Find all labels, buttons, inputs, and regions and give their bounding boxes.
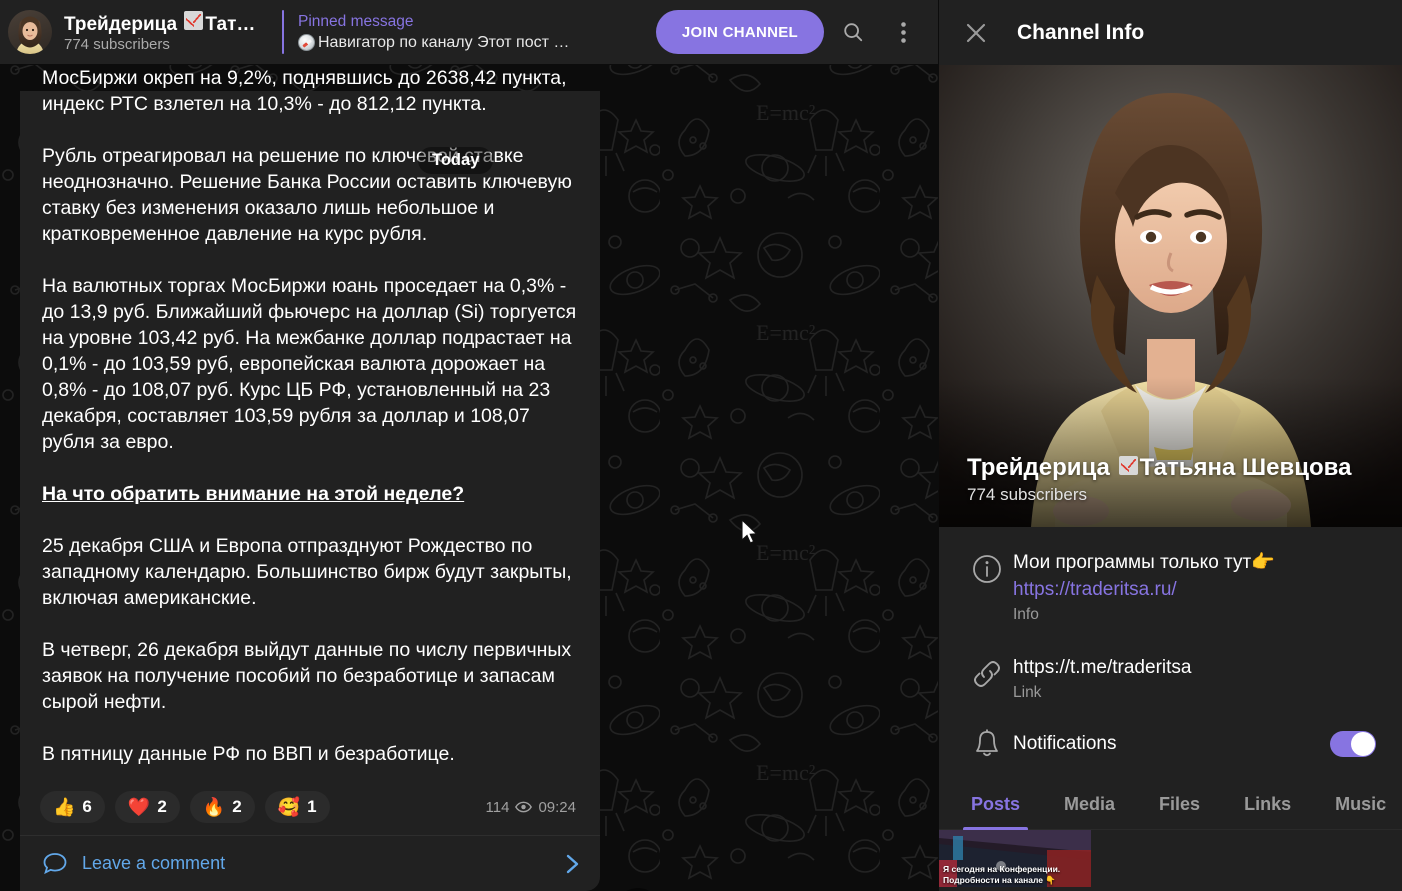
reaction-chip[interactable]: 👍 6: [40, 791, 105, 823]
tab-media[interactable]: Media: [1042, 794, 1137, 829]
pinned-message-label: Pinned message: [298, 12, 414, 30]
channel-name-text: Трейдерица Тат…: [64, 10, 255, 36]
posts-grid: Я сегодня на Конференции. Подробности на…: [939, 830, 1402, 887]
mouse-cursor: [741, 519, 758, 544]
post-thumbnail[interactable]: Я сегодня на Конференции. Подробности на…: [939, 830, 1091, 887]
info-row-about[interactable]: Мои программы только тут👉 https://trader…: [939, 535, 1402, 640]
header-titles: Трейдерица Тат… 774 subscribers: [64, 10, 272, 54]
post-paragraph: МосБиржи окреп на 9,2%, поднявшись до 26…: [42, 67, 567, 115]
channel-avatar[interactable]: [8, 10, 52, 54]
notifications-toggle[interactable]: [1330, 731, 1376, 757]
post-thumbnail-caption: Я сегодня на Конференции. Подробности на…: [943, 864, 1061, 885]
compass-icon: [298, 33, 315, 51]
post-paragraph: В пятницу данные РФ по ВВП и безработице…: [42, 743, 455, 765]
view-count: 114: [485, 798, 510, 816]
reactions-row: 👍 6 ❤️ 2 🔥 2 🥰 1 114 09:24: [20, 787, 600, 835]
hero-caption: Трейдерица Татьяна Шевцова 774 subscribe…: [967, 453, 1385, 507]
close-icon[interactable]: [961, 18, 991, 48]
channel-post-bubble[interactable]: МосБиржи окреп на 9,2%, поднявшись до 26…: [20, 67, 600, 891]
post-paragraph: 25 декабря США и Европа отпразднуют Рожд…: [42, 535, 572, 609]
avatar-photo: [16, 16, 44, 54]
chart-increasing-icon: [184, 10, 204, 30]
bell-icon: [961, 728, 1013, 760]
channel-link[interactable]: https://t.me/traderitsa: [1013, 654, 1382, 681]
tab-music[interactable]: Music: [1313, 794, 1402, 829]
reaction-chip[interactable]: ❤️ 2: [114, 791, 180, 823]
chat-scrollbar[interactable]: [932, 130, 938, 891]
reaction-chip[interactable]: 🥰 1: [264, 791, 330, 823]
info-row-link-body: https://t.me/traderitsa Link: [1013, 654, 1382, 704]
chart-increasing-icon: [1118, 456, 1138, 475]
reaction-chip[interactable]: 🔥 2: [189, 791, 255, 823]
smiling-hearts-icon: 🥰: [277, 797, 301, 817]
notifications-label: Notifications: [1013, 733, 1117, 754]
leave-comment-button[interactable]: Leave a comment: [20, 835, 600, 891]
post-paragraph: В четверг, 26 декабря выйдут данные по ч…: [42, 639, 572, 713]
info-panel-title: Channel Info: [1017, 20, 1145, 44]
post-heading-text: На что обратить внимание на этой неделе?: [42, 483, 465, 505]
info-row-notifications[interactable]: Notifications: [939, 718, 1402, 770]
about-text-plain: Мои программы только тут👉: [1013, 552, 1275, 573]
toggle-knob: [1351, 732, 1375, 756]
heart-icon: ❤️: [127, 797, 151, 817]
tab-files[interactable]: Files: [1137, 794, 1222, 829]
post-paragraph: Рубль отреагировал на решение по ключево…: [42, 145, 572, 245]
post-heading: На что обратить внимание на этой неделе?: [42, 481, 578, 507]
chat-header: Трейдерица Тат… 774 subscribers Pinned m…: [0, 0, 938, 65]
about-sublabel: Info: [1013, 606, 1039, 623]
reaction-count: 2: [157, 797, 167, 816]
pinned-message[interactable]: Pinned message Навигатор по каналу Этот …: [298, 12, 656, 53]
about-text: Мои программы только тут👉 https://trader…: [1013, 549, 1382, 603]
info-rows: Мои программы только тут👉 https://trader…: [939, 527, 1402, 770]
thumbs-up-icon: 👍: [53, 797, 76, 817]
tab-posts[interactable]: Posts: [949, 794, 1042, 831]
date-badge: Today: [418, 147, 494, 174]
hero-channel-name: Трейдерица Татьяна Шевцова: [967, 453, 1385, 483]
eye-icon: [515, 801, 533, 813]
channel-name: Трейдерица Тат…: [64, 10, 272, 36]
join-channel-button[interactable]: JOIN CHANNEL: [655, 10, 824, 54]
more-vertical-icon[interactable]: [882, 11, 924, 53]
link-icon: [961, 654, 1013, 690]
channel-hero-photo[interactable]: Трейдерица Татьяна Шевцова 774 subscribe…: [939, 65, 1402, 527]
pinned-message-preview: Навигатор по каналу Этот пост …: [298, 32, 644, 53]
chat-column: Трейдерица Тат… 774 subscribers Pinned m…: [0, 0, 938, 891]
message-time: 09:24: [538, 798, 576, 816]
reaction-count: 2: [232, 797, 242, 816]
about-link[interactable]: https://traderitsa.ru/: [1013, 579, 1177, 600]
channel-info-panel: Channel Info Трейдерица Татьяна Шевцова …: [938, 0, 1402, 891]
comment-bubble-icon: [43, 852, 67, 874]
tab-links[interactable]: Links: [1222, 794, 1313, 829]
search-icon[interactable]: [832, 11, 874, 53]
telegram-window: Трейдерица Тат… 774 subscribers Pinned m…: [0, 0, 1402, 891]
info-panel-header: Channel Info: [939, 0, 1402, 65]
post-paragraph: На валютных торгах МосБиржи юань проседа…: [42, 275, 577, 453]
link-sublabel: Link: [1013, 684, 1042, 701]
chevron-right-icon: [566, 854, 579, 873]
info-tabs: Posts Media Files Links Music: [939, 776, 1402, 831]
info-row-link[interactable]: https://t.me/traderitsa Link: [939, 640, 1402, 718]
message-list[interactable]: Today МосБиржи окреп на 9,2%, поднявшись…: [0, 65, 938, 891]
pinned-divider: [282, 10, 284, 54]
subscriber-count: 774 subscribers: [64, 35, 170, 53]
info-circle-icon: [961, 549, 1013, 585]
message-meta: 114 09:24: [486, 799, 578, 816]
pinned-message-text: Навигатор по каналу Этот пост …: [318, 33, 570, 51]
fire-icon: 🔥: [202, 797, 226, 817]
info-row-about-body: Мои программы только тут👉 https://trader…: [1013, 549, 1382, 626]
hero-subscriber-count: 774 subscribers: [967, 485, 1088, 504]
leave-comment-label: Leave a comment: [82, 853, 226, 873]
reaction-count: 6: [82, 797, 92, 816]
hero-channel-name-text: Трейдерица Татьяна Шевцова: [967, 454, 1352, 481]
post-text: МосБиржи окреп на 9,2%, поднявшись до 26…: [20, 65, 600, 787]
reaction-count: 1: [307, 797, 317, 816]
